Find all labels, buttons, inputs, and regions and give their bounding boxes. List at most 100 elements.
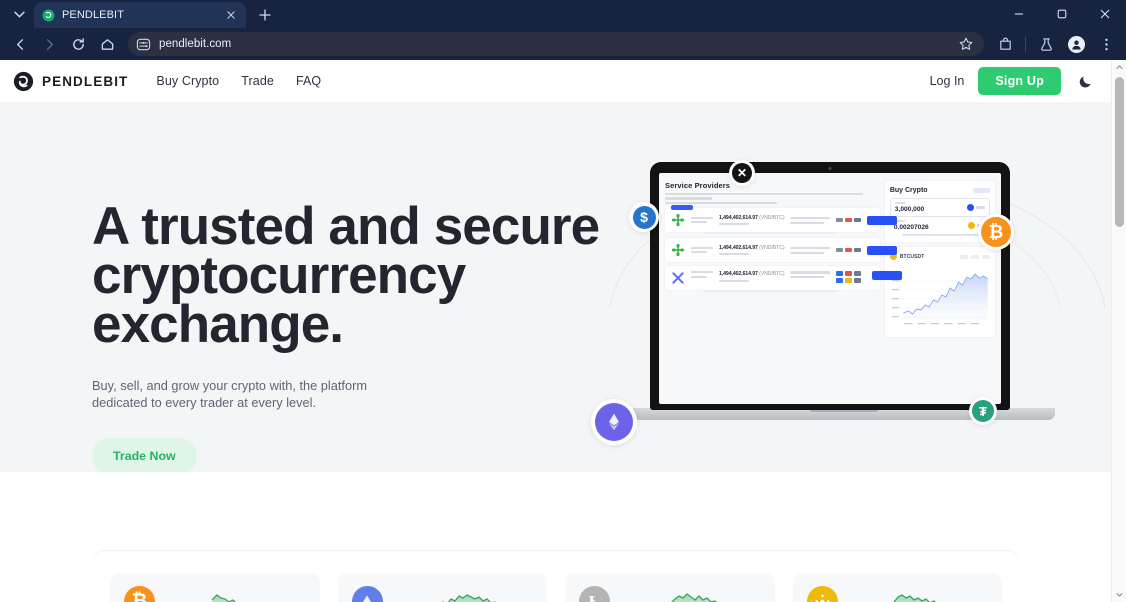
brand-logo[interactable]: PENDLEBIT (13, 71, 128, 92)
btcusdt-area-chart (891, 271, 989, 325)
laptop-mockup: Service Providers 1,494,402,614.97 (VND/… (591, 160, 1063, 472)
bitcoin-token-badge: ₿ (978, 214, 1014, 250)
usdc-token-badge: $ (629, 202, 659, 232)
spend-field[interactable]: 3,000,000 (889, 198, 990, 217)
provider-row[interactable]: 1,494,402,614.97 (VND/BTC) (665, 238, 898, 263)
ticker-card-litecoin[interactable]: Ł Litecoin ▲ 3.18% USD 72.87 (565, 573, 775, 602)
browser-toolbar: pendlebit.com (0, 28, 1126, 60)
scroll-up-icon[interactable] (1112, 60, 1126, 75)
market-ticker-section: ₿ Bitcoin ▲ 0.87% USD 57,770.44 (92, 551, 1020, 602)
minimize-icon[interactable] (997, 0, 1040, 28)
timeframe-button[interactable] (971, 254, 979, 259)
toolbar-actions (991, 30, 1120, 58)
litecoin-sparkline (670, 593, 717, 602)
site-settings-icon[interactable] (136, 37, 151, 52)
timeframe-button[interactable] (960, 254, 968, 259)
buy-crypto-title: Buy Crypto (889, 187, 928, 194)
bitcoin-sparkline (211, 594, 236, 602)
pendlebit-logo-icon (13, 71, 34, 91)
labs-flask-icon[interactable] (1032, 30, 1060, 58)
pendlebit-landing-page: PENDLEBIT Buy Crypto Trade FAQ Log In Si… (0, 60, 1111, 602)
service-providers-panel: Service Providers 1,494,402,614.97 (VND/… (665, 181, 903, 396)
close-window-icon[interactable] (1083, 0, 1126, 28)
provider-amount: 1,494,402,614.97 (VND/BTC) (719, 271, 785, 278)
back-icon[interactable] (6, 30, 34, 58)
scroll-down-icon[interactable] (1112, 587, 1126, 602)
scrollbar-thumb[interactable] (1115, 77, 1124, 227)
ticker-card-ethereum[interactable]: Ethereum ▲ 2.23% USD 3,243.72 (337, 573, 547, 602)
page-title: A trusted and secure cryptocurrency exchan… (92, 200, 612, 351)
login-link[interactable]: Log In (930, 74, 965, 88)
home-icon[interactable] (93, 30, 121, 58)
browser-tab[interactable]: PENDLEBIT (34, 2, 246, 28)
timeframe-button[interactable] (982, 254, 990, 259)
close-icon[interactable] (223, 8, 238, 23)
spend-amount: 3,000,000 (894, 206, 925, 213)
provider-logo-icon (671, 271, 685, 285)
laptop-lid: Service Providers 1,494,402,614.97 (VND/… (650, 162, 1010, 410)
tab-strip: PENDLEBIT (0, 0, 1126, 28)
axs-token-badge: ✕ (729, 160, 755, 186)
address-bar[interactable]: pendlebit.com (128, 32, 984, 56)
url-text: pendlebit.com (159, 38, 232, 50)
bitcoin-icon: ₿ (124, 586, 155, 602)
tab-title: PENDLEBIT (62, 9, 125, 21)
service-providers-description (665, 193, 880, 205)
laptop-screen: Service Providers 1,494,402,614.97 (VND/… (659, 173, 1001, 404)
page-scrollbar[interactable] (1111, 60, 1126, 602)
buy-button[interactable] (872, 271, 903, 281)
bnb-icon (806, 586, 838, 602)
payment-methods (836, 247, 862, 253)
provider-amount: 1,494,402,614.97 (VND/BTC) (719, 214, 785, 221)
new-tab-icon[interactable] (252, 3, 278, 27)
profile-icon[interactable] (1062, 30, 1090, 58)
nav-item-buy-crypto[interactable]: Buy Crypto (156, 74, 219, 88)
signup-button[interactable]: Sign Up (978, 67, 1061, 95)
webcam-icon (828, 167, 832, 170)
hero-subtext: Buy, sell, and grow your crypto with, th… (92, 378, 368, 410)
more-menu-icon[interactable] (1092, 30, 1120, 58)
extensions-icon[interactable] (991, 30, 1019, 58)
forward-icon (35, 30, 63, 58)
site-header: PENDLEBIT Buy Crypto Trade FAQ Log In Si… (0, 60, 1111, 102)
provider-row[interactable]: 1,494,402,614.97 (VND/BTC) (665, 205, 898, 233)
chart-symbol: BTCUSDT (899, 253, 925, 260)
trade-now-button[interactable]: Trade Now (92, 438, 197, 472)
receive-amount: 0.00207026 (893, 224, 929, 231)
ethereum-token-badge (591, 399, 637, 445)
ticker-card-bnb[interactable]: BNB ▲ 0.75% USD 553.40 (792, 573, 1002, 602)
price-chart-card: BTCUSDT (884, 247, 995, 338)
provider-logo-icon (671, 243, 685, 257)
browser-window: PENDLEBIT pendlebit.com PENDLEBIT Buy Cr… (0, 0, 1126, 602)
maximize-icon[interactable] (1040, 0, 1083, 28)
nav-item-faq[interactable]: FAQ (296, 74, 321, 88)
payment-methods (836, 217, 862, 223)
page-viewport: PENDLEBIT Buy Crypto Trade FAQ Log In Si… (0, 60, 1126, 602)
service-providers-title: Service Providers (665, 181, 731, 190)
reload-icon[interactable] (64, 30, 92, 58)
ticker-card-bitcoin[interactable]: ₿ Bitcoin ▲ 0.87% USD 57,770.44 (110, 573, 320, 602)
payment-methods (836, 271, 862, 276)
provider-amount: 1,494,402,614.97 (VND/BTC) (719, 244, 785, 251)
buy-button[interactable] (867, 245, 898, 255)
dark-mode-moon-icon[interactable] (1075, 71, 1095, 91)
nav-item-trade[interactable]: Trade (241, 74, 274, 88)
window-controls (997, 0, 1126, 28)
hero-line-3: exchange. (92, 295, 344, 354)
hero-copy: A trusted and secure cryptocurrency exchan… (92, 200, 612, 472)
rate-note (901, 234, 990, 237)
header-actions: Log In Sign Up (930, 67, 1095, 95)
ethereum-icon (351, 586, 383, 602)
provider-row[interactable]: 1,494,402,614.97 (VND/BTC) (665, 266, 903, 291)
brand-name: PENDLEBIT (42, 73, 129, 89)
toolbar-divider (1025, 36, 1026, 52)
bookmark-star-icon[interactable] (958, 36, 974, 52)
payment-methods (836, 278, 862, 283)
buy-button[interactable] (867, 215, 898, 225)
hero-section: A trusted and secure cryptocurrency exchan… (0, 102, 1111, 472)
spend-currency[interactable] (967, 204, 985, 211)
market-toggle[interactable] (973, 188, 990, 193)
litecoin-icon: Ł (579, 586, 610, 602)
primary-nav: Buy Crypto Trade FAQ (156, 74, 321, 88)
tab-search-icon[interactable] (6, 2, 32, 26)
